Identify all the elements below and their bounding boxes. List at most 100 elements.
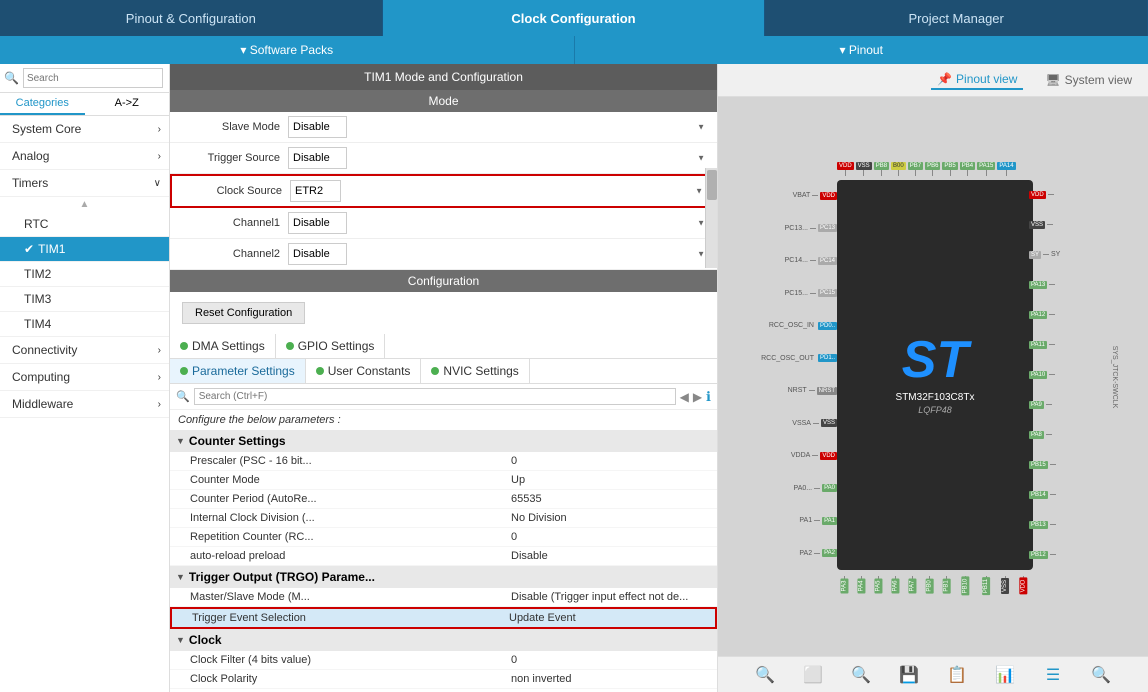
param-counter-mode: Counter Mode Up [170, 471, 717, 490]
list-icon[interactable]: ☰ [1041, 663, 1065, 687]
param-name: Counter Mode [190, 474, 511, 486]
chevron-down-icon: ∨ [154, 178, 161, 189]
pin-right-pa10: PA10 [1029, 371, 1093, 379]
group-clock[interactable]: ▼ Clock [170, 629, 717, 651]
clock-source-row: Clock Source ETR2 [170, 174, 717, 208]
tab-pinout-config[interactable]: Pinout & Configuration [0, 0, 383, 36]
pin-bottom-pb0: PB0 [922, 576, 937, 592]
prev-nav-icon[interactable]: ◀ [680, 390, 689, 404]
copy-icon[interactable]: 📋 [945, 663, 969, 687]
pin-bottom-pb1: PB1 [939, 576, 954, 592]
pin-right-vdd: VDD [1029, 191, 1093, 199]
sidebar-item-system-core[interactable]: System Core › [0, 116, 169, 143]
sidebar-item-middleware[interactable]: Middleware › [0, 391, 169, 418]
param-name: Repetition Counter (RC... [190, 531, 511, 543]
next-nav-icon[interactable]: ▶ [693, 390, 702, 404]
group-counter-settings[interactable]: ▼ Counter Settings [170, 430, 717, 452]
sidebar-item-connectivity[interactable]: Connectivity › [0, 337, 169, 364]
sub-nav: ▾ Software Packs ▾ Pinout [0, 36, 1148, 64]
pin-left-pc13: PC13... PC13 [773, 224, 837, 232]
tab-user-constants[interactable]: User Constants [306, 359, 422, 383]
checkmark-icon: ✔ [24, 242, 34, 256]
param-name: Counter Period (AutoRe... [190, 493, 511, 505]
chip-body: ST STM32F103C8Tx LQFP48 [837, 180, 1033, 570]
tab-categories[interactable]: Categories [0, 93, 85, 115]
info-icon[interactable]: ℹ [706, 389, 711, 405]
sidebar-item-label: Analog [12, 149, 49, 163]
zoom-out-icon[interactable]: 🔍 [753, 663, 777, 687]
pin-right-sy: SY SY [1029, 251, 1093, 259]
pin-left-pa1: PA1 PA1 [773, 517, 837, 525]
right-panel: 📌 Pinout view 🖥 System view SYS_JTCK-SWC… [718, 64, 1148, 692]
export-icon[interactable]: 💾 [897, 663, 921, 687]
chevron-right-icon: › [158, 124, 161, 135]
slave-mode-label: Slave Mode [178, 121, 288, 133]
pin-left-vdda: VDDA VDD [773, 452, 837, 460]
tab-clock-config[interactable]: Clock Configuration [383, 0, 766, 36]
param-value: 0 [511, 531, 711, 543]
pin-right-pb12: PB12 [1029, 551, 1093, 559]
group-trgo-params[interactable]: ▼ Trigger Output (TRGO) Parame... [170, 566, 717, 588]
sidebar-item-label: Timers [12, 176, 48, 190]
tab-parameter-settings[interactable]: Parameter Settings [170, 359, 306, 383]
subnav-software-packs[interactable]: ▾ Software Packs [0, 43, 574, 57]
tab-label: DMA Settings [192, 339, 265, 353]
sidebar-search-bar: 🔍 ▼ ⚙ [0, 64, 169, 93]
collapse-icon: ▼ [176, 436, 185, 446]
sidebar-item-tim4[interactable]: TIM4 [0, 312, 169, 337]
sidebar-item-tim3[interactable]: TIM3 [0, 287, 169, 312]
subnav-pinout[interactable]: ▾ Pinout [575, 43, 1148, 57]
bottom-pins: PA3 PA4 PA5 PA6 [837, 576, 1033, 592]
slave-mode-select[interactable]: Disable [288, 116, 347, 138]
clock-source-label: Clock Source [180, 185, 290, 197]
sidebar-item-tim2[interactable]: TIM2 [0, 262, 169, 287]
pin-top-pb8: PB8 [874, 162, 889, 176]
pin-left-vssa: VSSA VSS [773, 419, 837, 427]
tab-project-manager[interactable]: Project Manager [765, 0, 1148, 36]
tab-dma-settings[interactable]: DMA Settings [170, 334, 276, 358]
channel2-select[interactable]: Disable [288, 243, 347, 265]
mode-section-header: Mode [170, 90, 717, 112]
tab-dot-icon [180, 367, 188, 375]
tab-dot-icon [180, 342, 188, 350]
sidebar-item-analog[interactable]: Analog › [0, 143, 169, 170]
fit-view-icon[interactable]: ⬜ [801, 663, 825, 687]
sidebar-item-timers[interactable]: Timers ∨ [0, 170, 169, 197]
trigger-source-select[interactable]: Disable [288, 147, 347, 169]
search-input[interactable] [23, 68, 163, 88]
channel1-select[interactable]: Disable [288, 212, 347, 234]
sidebar-item-tim1[interactable]: ✔ TIM1 [0, 237, 169, 262]
tab-label: GPIO Settings [298, 339, 375, 353]
pin-right-pb15: PB15 [1029, 461, 1093, 469]
sidebar-item-label: Computing [12, 370, 70, 384]
param-repetition-counter: Repetition Counter (RC... 0 [170, 528, 717, 547]
param-name: Internal Clock Division (... [190, 512, 511, 524]
pin-right-pb13: PB13 [1029, 521, 1093, 529]
tab-a-to-z[interactable]: A->Z [85, 93, 170, 115]
pin-left-rcc-osc-out: RCC_OSC_OUT PD1.. [773, 354, 837, 362]
sidebar-item-computing[interactable]: Computing › [0, 364, 169, 391]
clock-source-select[interactable]: ETR2 [290, 180, 341, 202]
search-icon: 🔍 [4, 71, 19, 85]
chevron-right-icon: › [158, 345, 161, 356]
pinout-view-tab[interactable]: 📌 Pinout view [931, 70, 1023, 90]
sidebar-item-rtc[interactable]: RTC [0, 212, 169, 237]
pin-top-pb4: PB4 [960, 162, 975, 176]
tab-gpio-settings[interactable]: GPIO Settings [276, 334, 386, 358]
pin-right-pa12: PA12 [1029, 311, 1093, 319]
system-view-tab[interactable]: 🖥 System view [1039, 71, 1138, 89]
layout-icon[interactable]: 📊 [993, 663, 1017, 687]
tab-nvic-settings[interactable]: NVIC Settings [421, 359, 529, 383]
panel-title: TIM1 Mode and Configuration [170, 64, 717, 90]
pin-bottom-pa3: PA3 [837, 576, 852, 592]
param-value: 0 [511, 455, 711, 467]
params-search-box [194, 388, 676, 405]
params-search-input[interactable] [199, 391, 671, 402]
top-nav: Pinout & Configuration Clock Configurati… [0, 0, 1148, 36]
slave-mode-row: Slave Mode Disable [170, 112, 717, 143]
reset-btn-container: Reset Configuration [170, 292, 717, 334]
zoom-in-icon[interactable]: 🔍 [849, 663, 873, 687]
pin-right-vss: VSS [1029, 221, 1093, 229]
reset-configuration-button[interactable]: Reset Configuration [182, 302, 305, 324]
search-chip-icon[interactable]: 🔍 [1089, 663, 1113, 687]
